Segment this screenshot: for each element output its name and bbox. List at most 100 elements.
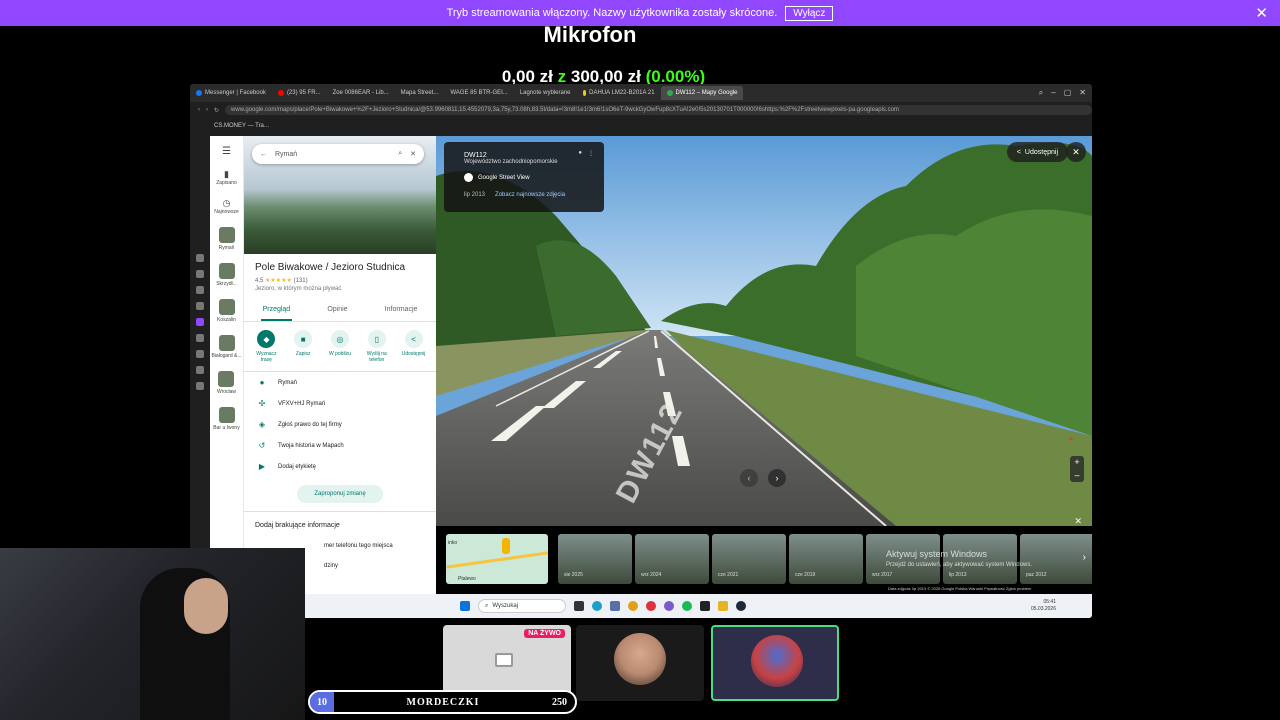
- send-to-phone-button[interactable]: ▯ Wyślij na telefon: [362, 330, 392, 363]
- sidebar-app-icon[interactable]: [196, 366, 204, 374]
- info-label[interactable]: ▶ Dodaj etykietę: [244, 456, 436, 477]
- directions-icon: ◆: [257, 330, 276, 348]
- bookmark-item[interactable]: CS.MONEY — Tra...: [214, 123, 269, 129]
- search-input[interactable]: Rymań: [275, 151, 390, 158]
- terminal-icon[interactable]: [700, 601, 710, 611]
- close-icon[interactable]: ✕: [1255, 4, 1268, 22]
- close-icon[interactable]: ✕: [1079, 88, 1086, 98]
- review-count[interactable]: (131): [294, 278, 308, 284]
- spotify-icon[interactable]: [682, 601, 692, 611]
- tab-youtube[interactable]: (23) 95 FR...: [272, 86, 327, 100]
- tab-6[interactable]: Lagnote wyblerane: [514, 86, 577, 100]
- back-arrow-icon[interactable]: ←: [260, 151, 267, 158]
- participant-tile[interactable]: [576, 625, 704, 701]
- suggest-edit-button[interactable]: Zaproponuj zmianę: [297, 485, 383, 503]
- sidebar-app-icon[interactable]: [196, 382, 204, 390]
- info-claim[interactable]: ◈ Zgłoś prawo do tej firmy: [244, 414, 436, 435]
- sidebar-app-icon[interactable]: [196, 350, 204, 358]
- missing-info-item[interactable]: mer telefonu tego miejsca: [244, 529, 436, 549]
- nav-saved[interactable]: ▮ Zapisano: [216, 169, 237, 186]
- streamer-face: [184, 578, 228, 634]
- next-arrow-icon[interactable]: ›: [768, 469, 786, 487]
- taskbar-clock[interactable]: 05:41 05.03.2026: [1031, 599, 1056, 613]
- disable-streaming-button[interactable]: Wyłącz: [785, 5, 834, 21]
- chrome-icon[interactable]: [628, 601, 638, 611]
- chevron-right-icon[interactable]: ›: [1083, 552, 1086, 563]
- place-panel: ← Rymań ⌕ ✕ Pole Biwakowe / Jezioro Stud…: [244, 136, 436, 594]
- sidebar-app-icon[interactable]: [196, 302, 204, 310]
- compass-icon[interactable]: ◓: [1068, 434, 1084, 446]
- tab-google-maps[interactable]: DW112 – Mapy Google: [660, 86, 744, 100]
- save-button[interactable]: ■ Zapisz: [288, 330, 318, 363]
- sidebar-app-icon[interactable]: [196, 270, 204, 278]
- tab-reviews[interactable]: Opinie: [325, 302, 349, 321]
- nav-recent-place[interactable]: Skrzydł...: [216, 263, 237, 287]
- place-photo[interactable]: ← Rymań ⌕ ✕: [244, 136, 436, 254]
- tab-overview[interactable]: Przegląd: [260, 302, 293, 321]
- tab-4[interactable]: Mapa Street...: [395, 86, 445, 100]
- nav-recent-place[interactable]: Rymań: [218, 227, 235, 251]
- tab-5[interactable]: WAGE 85 BTR-GEI...: [444, 86, 513, 100]
- opera-icon[interactable]: [646, 601, 656, 611]
- maps-nav-rail: ☰ ▮ Zapisano ◷ Najnowsze Rymań Skrzydł... …: [210, 136, 244, 594]
- capture-date[interactable]: lip 2013: [464, 192, 485, 198]
- nav-recent-place[interactable]: Wrocław: [217, 371, 236, 395]
- tab-7[interactable]: DAHUA LM22-B201A 21: [577, 86, 661, 100]
- steam-icon[interactable]: [736, 601, 746, 611]
- prev-arrow-icon[interactable]: ‹: [740, 469, 758, 487]
- back-icon[interactable]: ‹: [198, 107, 200, 113]
- reload-icon[interactable]: ↻: [214, 107, 219, 114]
- nav-recent-place[interactable]: Koszalin: [217, 299, 236, 323]
- participant-tile-active[interactable]: [711, 625, 839, 701]
- zoom-out-icon[interactable]: –: [1070, 469, 1084, 482]
- nav-recent-place[interactable]: Bar u Iwony: [213, 407, 240, 431]
- sidebar-app-icon[interactable]: [196, 286, 204, 294]
- close-icon[interactable]: ✕: [1066, 142, 1086, 162]
- search-box[interactable]: ← Rymań ⌕ ✕: [252, 144, 424, 164]
- mini-map[interactable]: inko Ptalewo: [446, 534, 548, 584]
- forward-icon[interactable]: ›: [206, 107, 208, 113]
- nearby-button[interactable]: ◎ W pobliżu: [325, 330, 355, 363]
- share-button[interactable]: < Udostępnij: [1006, 142, 1068, 162]
- filmstrip-frame[interactable]: cze 2021: [712, 534, 786, 584]
- app-icon[interactable]: [718, 601, 728, 611]
- tab-3[interactable]: Zoe 0086EAR - Lib...: [327, 86, 395, 100]
- filmstrip-frame[interactable]: sie 2025: [558, 534, 632, 584]
- info-address[interactable]: ● Rymań: [244, 372, 436, 393]
- discord-icon[interactable]: [664, 601, 674, 611]
- zoom-in-icon[interactable]: +: [1070, 456, 1084, 469]
- task-view-icon[interactable]: [574, 601, 584, 611]
- info-history[interactable]: ↺ Twoja historia w Mapach: [244, 435, 436, 456]
- info-text: Dodaj etykietę: [278, 463, 317, 470]
- info-plus-code[interactable]: ✣ VFXV+HJ Rymań: [244, 393, 436, 414]
- edge-icon[interactable]: [592, 601, 602, 611]
- clear-icon[interactable]: ✕: [410, 150, 416, 158]
- nav-recent[interactable]: ◷ Najnowsze: [214, 198, 238, 215]
- minimize-icon[interactable]: –: [1051, 88, 1055, 98]
- filmstrip-frame[interactable]: cze 2019: [789, 534, 863, 584]
- windows-start-icon[interactable]: [460, 601, 470, 611]
- share-button[interactable]: < Udostępnij: [399, 330, 429, 363]
- tab-about[interactable]: Informacje: [383, 302, 420, 321]
- nav-recent-place[interactable]: Białogard &...: [211, 335, 242, 359]
- sidebar-app-icon[interactable]: [196, 318, 204, 326]
- url-field[interactable]: www.google.com/maps/place/Pole+Biwakowe+…: [225, 105, 1092, 115]
- filmstrip-frame[interactable]: wrz 2024: [635, 534, 709, 584]
- pin-icon[interactable]: ●: [578, 150, 582, 156]
- tab-messenger[interactable]: Messenger | Facebook: [190, 86, 272, 100]
- directions-button[interactable]: ◆ Wyznacz trasę: [251, 330, 281, 363]
- menu-icon[interactable]: ☰: [222, 146, 231, 157]
- more-icon[interactable]: ⋮: [588, 150, 594, 157]
- close-icon[interactable]: ✕: [1074, 516, 1082, 527]
- search-icon[interactable]: ⌕: [1039, 88, 1043, 98]
- street-view[interactable]: DW112 DW112 Województwo zachodniopomorsk…: [436, 136, 1092, 526]
- sidebar-app-icon[interactable]: [196, 254, 204, 262]
- settings-icon[interactable]: [610, 601, 620, 611]
- newer-images-link[interactable]: Zobacz najnowsze zdjęcia: [495, 192, 565, 198]
- taskbar-search[interactable]: ⌕ Wyszukaj: [478, 599, 566, 613]
- pegman-icon: [502, 538, 510, 554]
- search-icon[interactable]: ⌕: [398, 150, 402, 158]
- sidebar-app-icon[interactable]: [196, 334, 204, 342]
- maximize-icon[interactable]: ▢: [1064, 88, 1072, 98]
- place-thumbnail: [218, 335, 235, 351]
